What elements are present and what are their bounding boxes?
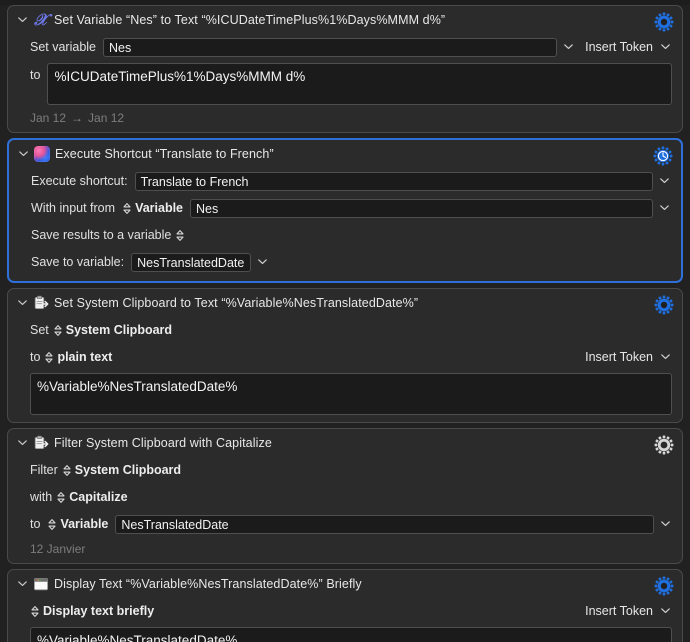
chevron-down-icon[interactable]	[658, 521, 672, 527]
shortcuts-app-icon	[33, 145, 51, 163]
macro-actions-canvas: 𝒳 Set Variable “Nes” to Text “%ICUDateTim…	[0, 5, 690, 642]
result-arrow-icon: →	[71, 111, 84, 125]
popup-indicator-icon[interactable]	[57, 491, 66, 503]
popup-indicator-icon[interactable]	[63, 464, 72, 476]
action-row: to plain text Insert Token	[8, 345, 682, 369]
action-row: With input from Variable Nes	[9, 196, 681, 220]
gear-icon[interactable]	[654, 295, 674, 315]
action-block-display-text[interactable]: Display Text “%Variable%NesTranslatedDat…	[7, 569, 683, 642]
disclosure-triangle-icon[interactable]	[14, 295, 30, 311]
row-popup-label: Variable	[60, 517, 109, 531]
row-popup-label: Capitalize	[69, 490, 128, 504]
action-block-set-system-clipboard[interactable]: Set System Clipboard to Text “%Variable%…	[7, 288, 683, 423]
insert-token-label: Insert Token	[585, 350, 653, 364]
popup-indicator-icon[interactable]	[31, 605, 40, 617]
row-popup-label: plain text	[57, 350, 113, 364]
action-block-filter-system-clipboard[interactable]: Filter System Clipboard with Capitalize F…	[7, 428, 683, 564]
action-textarea-row: %Variable%NesTranslatedDate%	[8, 373, 682, 415]
row-label: to	[30, 517, 41, 531]
gear-icon[interactable]	[654, 435, 674, 455]
chevron-down-icon[interactable]	[658, 354, 672, 360]
row-label: Set	[30, 323, 49, 337]
action-block-set-variable[interactable]: 𝒳 Set Variable “Nes” to Text “%ICUDateTim…	[7, 5, 683, 133]
row-label: Filter	[30, 463, 58, 477]
action-textarea-row: %Variable%NesTranslatedDate%	[8, 627, 682, 642]
disclosure-triangle-icon[interactable]	[14, 435, 30, 451]
row-label: to	[30, 350, 41, 364]
action-title-row: Display Text “%Variable%NesTranslatedDat…	[8, 570, 682, 596]
action-title-row: Execute Shortcut “Translate to French”	[9, 140, 681, 166]
row-popup-label: Variable	[135, 201, 184, 215]
action-title-row: Filter System Clipboard with Capitalize	[8, 429, 682, 455]
text-input-area[interactable]: %Variable%NesTranslatedDate%	[30, 373, 672, 415]
row-label: Execute shortcut:	[31, 174, 128, 188]
row-label: Save to variable:	[31, 255, 125, 269]
gear-icon[interactable]	[654, 576, 674, 596]
clipboard-arrow-icon	[32, 434, 50, 452]
chevron-down-icon[interactable]	[658, 44, 672, 50]
disclosure-triangle-icon[interactable]	[14, 12, 30, 28]
action-title: Display Text “%Variable%NesTranslatedDat…	[54, 577, 362, 591]
action-row: Save results to a variable	[9, 223, 681, 247]
textarea-label: to	[30, 68, 41, 82]
window-text-icon	[32, 575, 50, 593]
disclosure-triangle-icon[interactable]	[14, 576, 30, 592]
popup-indicator-icon[interactable]	[48, 518, 57, 530]
chevron-down-icon[interactable]	[255, 259, 269, 265]
action-row: Display text briefly Insert Token	[8, 599, 682, 623]
action-title-row: 𝒳 Set Variable “Nes” to Text “%ICUDateTim…	[8, 6, 682, 32]
row-popup-label: System Clipboard	[74, 463, 182, 477]
action-row: Save to variable: NesTranslatedDate	[9, 250, 681, 274]
gear-icon[interactable]	[654, 12, 674, 32]
popup-indicator-icon[interactable]	[45, 351, 54, 363]
insert-token-button[interactable]: Insert Token	[585, 40, 672, 54]
action-result: 12 Janvier	[8, 536, 682, 556]
action-row: Filter System Clipboard	[8, 458, 682, 482]
action-row: Execute shortcut: Translate to French	[9, 169, 681, 193]
text-input-area[interactable]: %ICUDateTimePlus%1%Days%MMM d%	[47, 63, 672, 105]
row-popup-label: Display text briefly	[43, 604, 155, 618]
row-label: Save results to a variable	[31, 228, 172, 242]
action-title: Set System Clipboard to Text “%Variable%…	[54, 296, 419, 310]
value-field[interactable]: NesTranslatedDate	[115, 514, 654, 534]
text-input-area[interactable]: %Variable%NesTranslatedDate%	[30, 627, 672, 642]
action-result: Jan 12 → Jan 12	[8, 105, 682, 125]
insert-token-button[interactable]: Insert Token	[585, 604, 672, 618]
result-from: 12 Janvier	[30, 542, 86, 556]
row-label: Set variable	[30, 40, 97, 54]
value-field[interactable]: Nes	[190, 198, 653, 218]
action-row: Set System Clipboard	[8, 318, 682, 342]
insert-token-label: Insert Token	[585, 40, 653, 54]
action-title-row: Set System Clipboard to Text “%Variable%…	[8, 289, 682, 315]
action-block-execute-shortcut[interactable]: Execute Shortcut “Translate to French” Ex…	[7, 138, 683, 283]
chevron-down-icon[interactable]	[657, 205, 671, 211]
action-textarea-row: to %ICUDateTimePlus%1%Days%MMM d%	[8, 63, 682, 105]
chevron-down-icon[interactable]	[657, 178, 671, 184]
disclosure-triangle-icon[interactable]	[15, 146, 31, 162]
insert-token-button[interactable]: Insert Token	[585, 350, 672, 364]
popup-indicator-icon[interactable]	[176, 229, 185, 241]
action-row: with Capitalize	[8, 485, 682, 509]
action-title: Execute Shortcut “Translate to French”	[55, 147, 274, 161]
action-title: Filter System Clipboard with Capitalize	[54, 436, 272, 450]
row-label: With input from	[31, 201, 116, 215]
popup-indicator-icon[interactable]	[123, 202, 132, 214]
row-label: with	[30, 490, 53, 504]
x-variable-icon: 𝒳	[34, 10, 48, 29]
result-from: Jan 12	[30, 111, 67, 125]
action-title: Set Variable “Nes” to Text “%ICUDateTime…	[54, 13, 446, 27]
action-row: Set variable Nes Insert Token	[8, 35, 682, 59]
chevron-down-icon[interactable]	[561, 44, 575, 50]
value-field[interactable]: NesTranslatedDate	[131, 252, 252, 272]
value-field[interactable]: Nes	[103, 37, 558, 57]
row-popup-label: System Clipboard	[65, 323, 173, 337]
popup-indicator-icon[interactable]	[54, 324, 63, 336]
chevron-down-icon[interactable]	[658, 608, 672, 614]
insert-token-label: Insert Token	[585, 604, 653, 618]
clipboard-arrow-icon	[32, 294, 50, 312]
gear-clock-icon[interactable]	[653, 146, 673, 166]
action-row: to Variable NesTranslatedDate	[8, 512, 682, 536]
value-field[interactable]: Translate to French	[134, 171, 653, 191]
result-to: Jan 12	[88, 111, 125, 125]
